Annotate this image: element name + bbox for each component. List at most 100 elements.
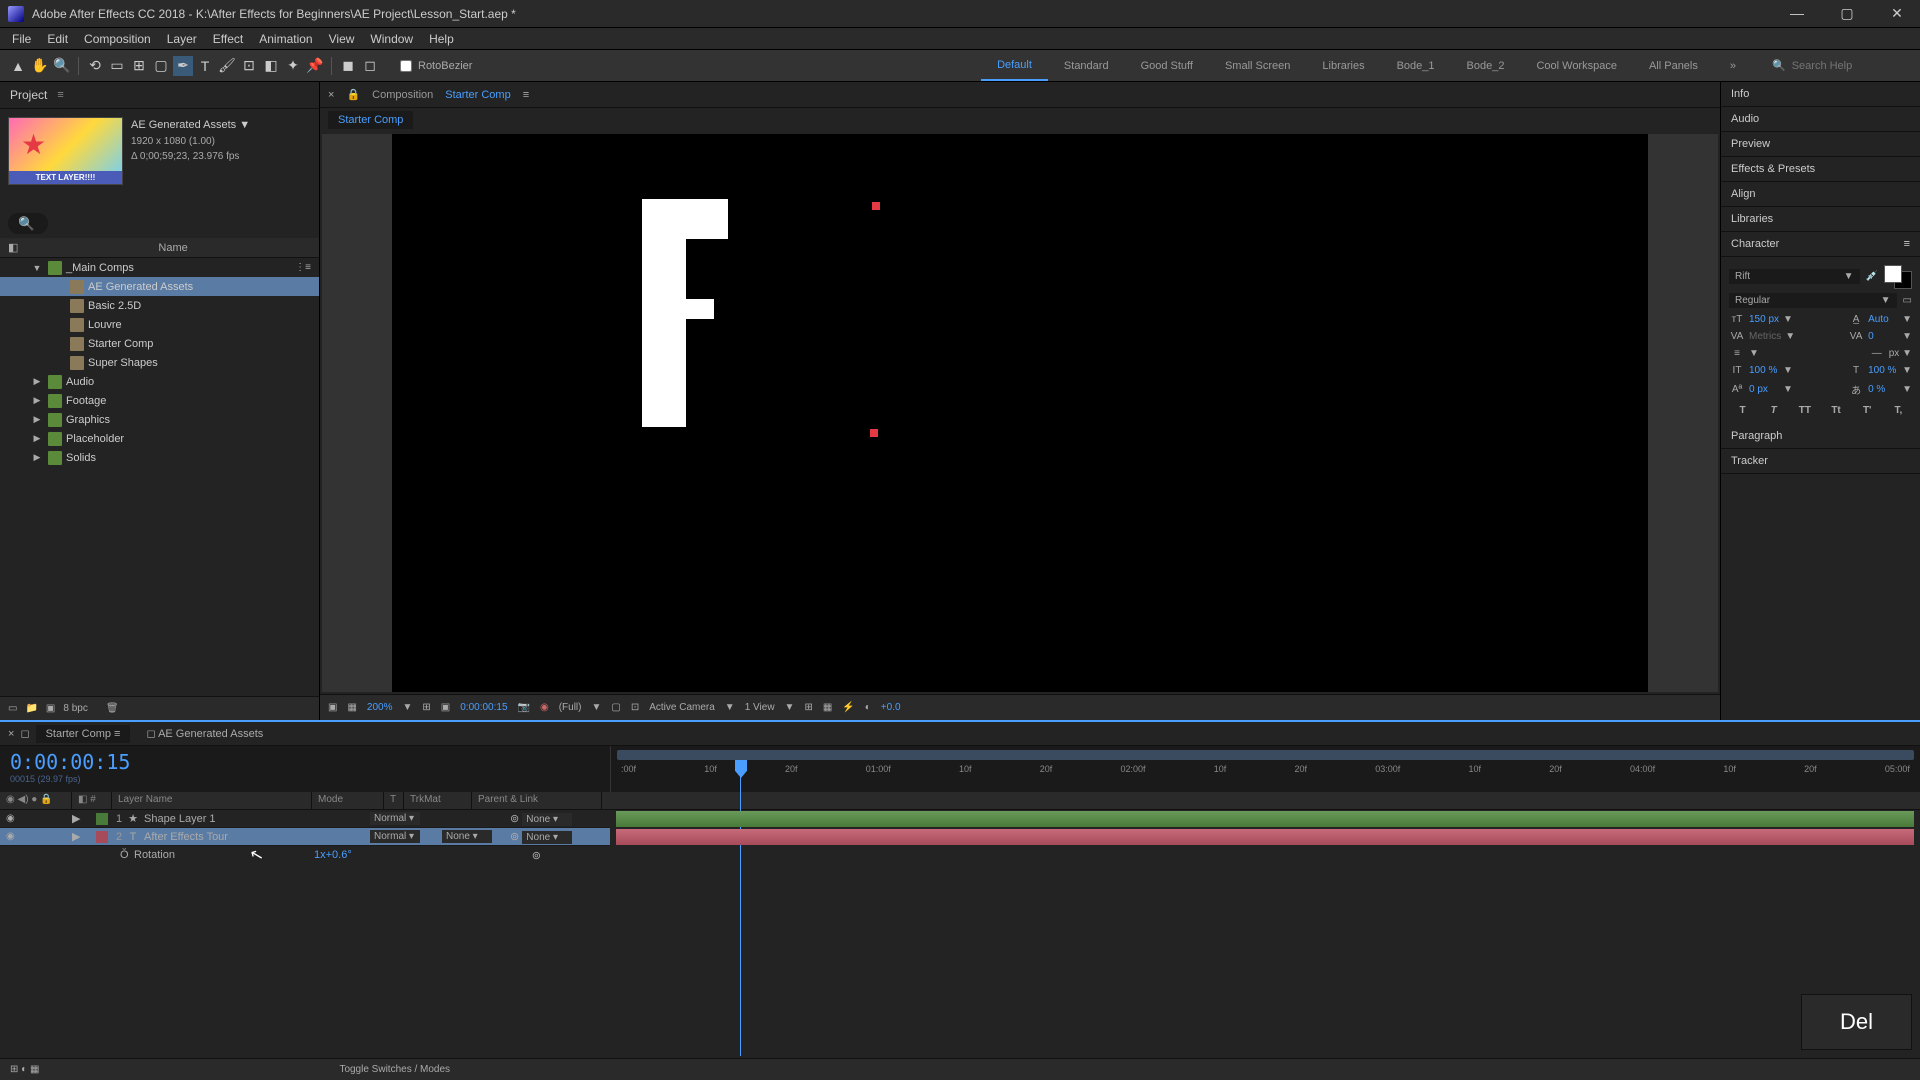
small-caps-button[interactable]: Tt xyxy=(1827,405,1845,416)
layer-row[interactable]: ◉ ▶ 1 ★ Shape Layer 1 Normal ▾ ⊚ None ▾ xyxy=(0,810,610,828)
comp-time[interactable]: 0:00:00:15 xyxy=(460,702,507,713)
panel-tracker[interactable]: Tracker xyxy=(1721,449,1920,474)
nofill-icon[interactable]: ▭ xyxy=(1903,295,1912,306)
panel-libraries[interactable]: Libraries xyxy=(1721,207,1920,232)
view-dropdown[interactable]: 1 View xyxy=(745,702,775,713)
snapshot-icon[interactable]: 📷 xyxy=(518,702,530,713)
timeline-ruler[interactable]: :00f10f20f01:00f10f20f02:00f10f20f03:00f… xyxy=(610,746,1920,792)
comp-subtab[interactable]: Starter Comp xyxy=(328,111,413,129)
panel-preview[interactable]: Preview xyxy=(1721,132,1920,157)
workspace-overflow-icon[interactable]: » xyxy=(1714,52,1752,80)
workspace-cool[interactable]: Cool Workspace xyxy=(1520,52,1633,80)
zoom-tool-icon[interactable]: 🔍 xyxy=(52,56,72,76)
pan-behind-tool-icon[interactable]: ⊞ xyxy=(129,56,149,76)
panel-character[interactable]: Character≡ xyxy=(1721,232,1920,257)
kerning-value[interactable]: Metrics xyxy=(1749,331,1781,342)
timeline-switch-icon[interactable]: ⊞ ◐ ▦ xyxy=(10,1064,39,1075)
workspace-bode1[interactable]: Bode_1 xyxy=(1381,52,1451,80)
baseline-value[interactable]: 0 px xyxy=(1749,384,1779,395)
comp-new-icon[interactable]: ▣ xyxy=(46,703,55,714)
comp-grid-icon[interactable]: ▦ xyxy=(347,702,356,713)
timeline-tab-generated[interactable]: ◻ AE Generated Assets xyxy=(136,724,273,743)
comp-pixel-icon[interactable]: ▦ xyxy=(823,702,832,713)
label-col[interactable]: ◧ # xyxy=(72,792,112,809)
vscale-value[interactable]: 100 % xyxy=(1749,365,1779,376)
menu-help[interactable]: Help xyxy=(421,30,462,48)
project-item[interactable]: ▶Placeholder xyxy=(0,429,319,448)
current-timecode[interactable]: 0:00:00:15 xyxy=(10,750,600,774)
project-item[interactable]: Starter Comp xyxy=(0,334,319,353)
timeline-lock-icon[interactable]: ◻ xyxy=(20,727,29,740)
col-type-icon[interactable]: ◧ xyxy=(8,241,18,254)
project-item[interactable]: ▶Solids xyxy=(0,448,319,467)
shape-vertex-handle[interactable] xyxy=(870,429,878,437)
project-search-input[interactable] xyxy=(8,213,48,234)
asset-thumbnail[interactable]: ★ TEXT LAYER!!!! xyxy=(8,117,123,185)
comp-mask-icon[interactable]: ⊡ xyxy=(631,702,639,713)
panel-info[interactable]: Info xyxy=(1721,82,1920,107)
resolution-dropdown[interactable]: (Full) xyxy=(559,702,582,713)
composition-viewport[interactable] xyxy=(322,134,1718,692)
menu-composition[interactable]: Composition xyxy=(76,30,159,48)
zoom-level[interactable]: 200% xyxy=(367,702,393,713)
superscript-button[interactable]: T' xyxy=(1858,405,1876,416)
timeline-tracks[interactable] xyxy=(610,810,1920,1058)
col-name-label[interactable]: Name xyxy=(158,242,187,254)
comp-lock-icon[interactable]: 🔒 xyxy=(346,88,360,101)
timeline-close-icon[interactable]: × xyxy=(8,728,14,740)
panel-audio[interactable]: Audio xyxy=(1721,107,1920,132)
project-item[interactable]: AE Generated Assets xyxy=(0,277,319,296)
project-item[interactable]: ▶Graphics xyxy=(0,410,319,429)
exposure-value[interactable]: +0.0 xyxy=(881,702,901,713)
hscale-value[interactable]: 100 % xyxy=(1868,365,1898,376)
faux-bold-button[interactable]: T xyxy=(1734,405,1752,416)
layer-row[interactable]: ◉ ▶ 2 T After Effects Tour Normal ▾ None… xyxy=(0,828,610,846)
stroke-swatch-icon[interactable]: ◻ xyxy=(360,56,380,76)
menu-edit[interactable]: Edit xyxy=(39,30,76,48)
clone-tool-icon[interactable]: ⊡ xyxy=(239,56,259,76)
interpret-icon[interactable]: ▭ xyxy=(8,703,17,714)
orbit-tool-icon[interactable]: ⟲ xyxy=(85,56,105,76)
comp-close-icon[interactable]: × xyxy=(328,89,334,101)
panel-menu-icon[interactable]: ≡ xyxy=(57,89,63,101)
playhead[interactable] xyxy=(735,760,747,778)
shape-tool-icon[interactable]: ▢ xyxy=(151,56,171,76)
menu-file[interactable]: File xyxy=(4,30,39,48)
puppet-tool-icon[interactable]: 📌 xyxy=(305,56,325,76)
font-family-dropdown[interactable]: Rift▼ xyxy=(1729,269,1860,284)
shape-vertex-handle[interactable] xyxy=(872,202,880,210)
workspace-smallscreen[interactable]: Small Screen xyxy=(1209,52,1306,80)
col-t[interactable]: T xyxy=(384,792,404,809)
tracking-value[interactable]: 0 xyxy=(1868,331,1898,342)
pen-tool-icon[interactable]: ✒ xyxy=(173,56,193,76)
comp-guides-icon[interactable]: ▢ xyxy=(611,702,620,713)
eyedropper-icon[interactable]: 💉 xyxy=(1866,271,1878,282)
menu-window[interactable]: Window xyxy=(362,30,421,48)
project-item[interactable]: ▶Audio xyxy=(0,372,319,391)
project-item[interactable]: ▶Footage xyxy=(0,391,319,410)
menu-animation[interactable]: Animation xyxy=(251,30,320,48)
roto-tool-icon[interactable]: ✦ xyxy=(283,56,303,76)
comp-res-icon[interactable]: ⊞ xyxy=(422,702,430,713)
folder-new-icon[interactable]: 📁 xyxy=(25,703,37,714)
layer-bar-shape[interactable] xyxy=(616,811,1914,827)
comp-alpha-icon[interactable]: ▣ xyxy=(328,702,337,713)
work-area-bar[interactable] xyxy=(617,750,1914,760)
stroke-menu-icon[interactable]: ≡ xyxy=(1729,348,1745,359)
panel-align[interactable]: Align xyxy=(1721,182,1920,207)
col-layer-name[interactable]: Layer Name xyxy=(112,792,312,809)
delete-icon[interactable]: 🗑 xyxy=(106,703,119,714)
comp-fast-icon[interactable]: ⚡ xyxy=(842,702,854,713)
workspace-bode2[interactable]: Bode_2 xyxy=(1451,52,1521,80)
camera-dropdown[interactable]: Active Camera xyxy=(649,702,715,713)
project-item[interactable]: Louvre xyxy=(0,315,319,334)
fill-swatch-icon[interactable]: ◼ xyxy=(338,56,358,76)
faux-italic-button[interactable]: T xyxy=(1765,405,1783,416)
workspace-goodstuff[interactable]: Good Stuff xyxy=(1125,52,1209,80)
project-item[interactable]: Basic 2.5D xyxy=(0,296,319,315)
font-style-dropdown[interactable]: Regular▼ xyxy=(1729,293,1897,308)
rotobezier-checkbox[interactable] xyxy=(400,60,412,72)
search-help-input[interactable] xyxy=(1792,60,1892,72)
close-button[interactable]: ✕ xyxy=(1882,5,1912,22)
comp-3d-icon[interactable]: ⊞ xyxy=(804,702,812,713)
